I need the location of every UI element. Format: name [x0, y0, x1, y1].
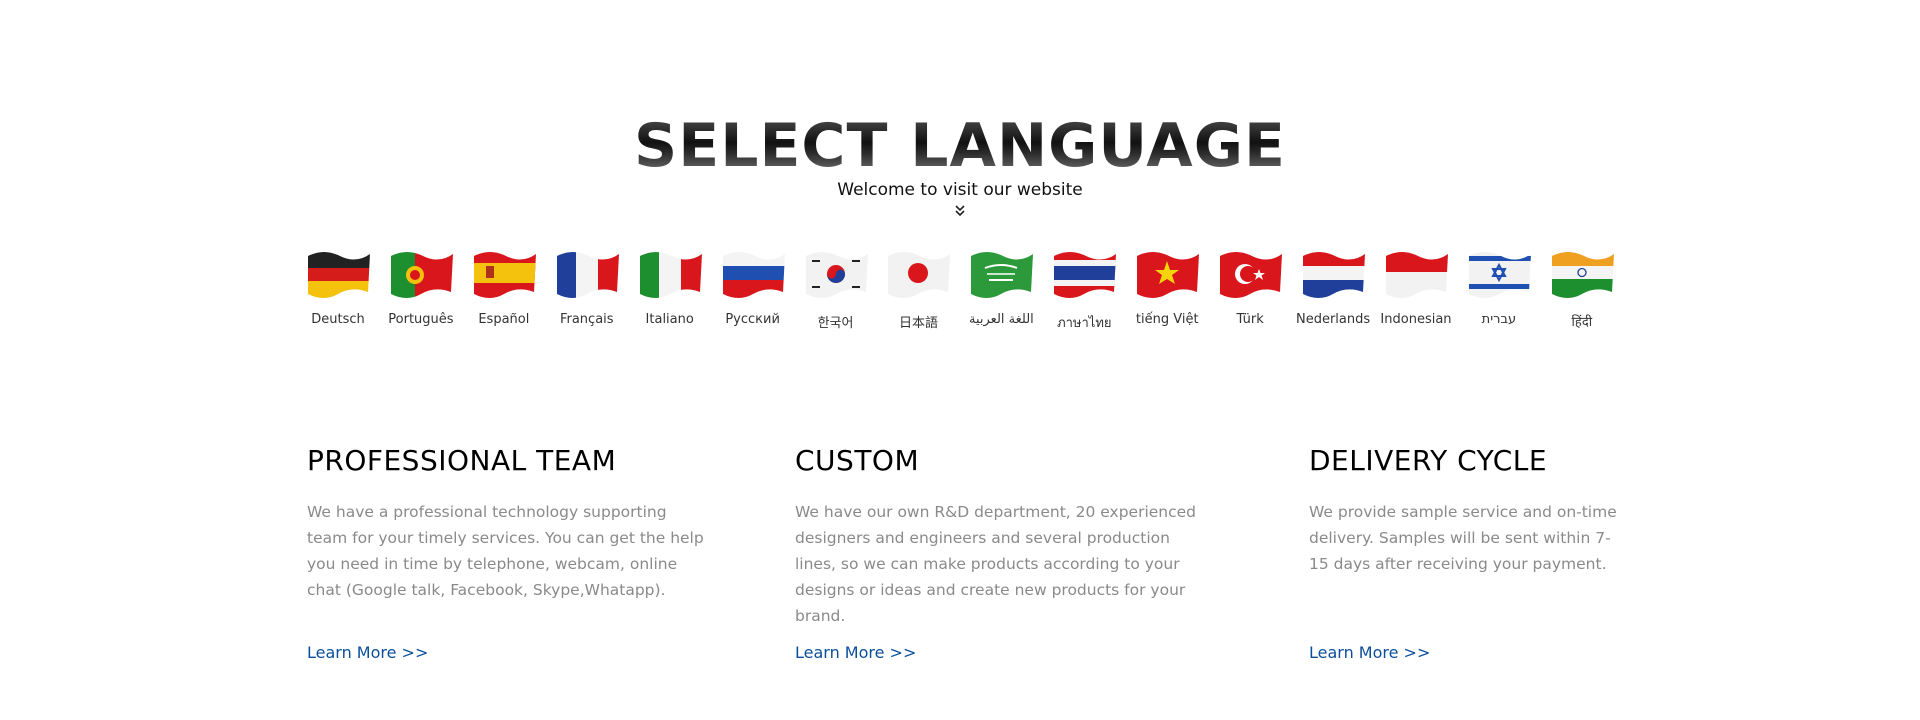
language-option-korean[interactable]: 한국어	[798, 246, 874, 336]
france-flag-icon	[556, 252, 619, 298]
language-option-turkish[interactable]: Türk	[1212, 246, 1288, 336]
indonesia-flag-icon	[1385, 252, 1448, 298]
feature-text: We provide sample service and on-time de…	[1309, 503, 1617, 573]
language-label: 한국어	[817, 316, 854, 331]
language-option-dutch[interactable]: Nederlands	[1295, 246, 1371, 336]
germany-flag-icon	[308, 252, 370, 298]
language-label: tiếng Việt	[1135, 312, 1199, 327]
feature-professional-team: PROFESSIONAL TEAM We have a professional…	[307, 444, 707, 662]
language-label: हिंदी	[1571, 315, 1593, 330]
feature-custom: CUSTOM We have our own R&D department, 2…	[795, 444, 1215, 662]
israel-flag-icon	[1468, 252, 1531, 298]
language-option-deutsch[interactable]: Deutsch	[300, 246, 376, 336]
korea-flag-icon	[805, 252, 868, 298]
russia-flag-icon	[722, 252, 785, 298]
language-label: Deutsch	[311, 312, 365, 327]
language-label: 日本語	[898, 316, 938, 331]
language-option-russian[interactable]: Русский	[715, 246, 791, 336]
portugal-flag-icon	[390, 252, 453, 298]
feature-text: We have our own R&D department, 20 exper…	[795, 503, 1197, 625]
language-label: Nederlands	[1295, 312, 1371, 327]
language-option-vietnamese[interactable]: tiếng Việt	[1129, 246, 1205, 336]
feature-title: PROFESSIONAL TEAM	[307, 444, 617, 477]
language-option-arabic[interactable]: اللغة العربية	[963, 246, 1039, 336]
learn-more-link[interactable]: Learn More >>	[795, 643, 916, 662]
feature-title: DELIVERY CYCLE	[1309, 444, 1548, 477]
vietnam-flag-icon	[1137, 252, 1200, 298]
japan-flag-icon	[888, 252, 951, 298]
language-label: Español	[478, 312, 530, 327]
language-option-indonesian[interactable]: Indonesian	[1378, 246, 1454, 336]
language-label: Français	[559, 312, 614, 327]
double-chevron-down-icon	[955, 205, 965, 217]
language-option-espanol[interactable]: Español	[466, 246, 542, 336]
language-label: Português	[388, 312, 454, 327]
language-option-hindi[interactable]: हिंदी	[1544, 246, 1620, 336]
language-option-japanese[interactable]: 日本語	[880, 246, 956, 336]
language-label: Русский	[725, 312, 780, 327]
language-option-italiano[interactable]: Italiano	[632, 246, 708, 336]
netherlands-flag-icon	[1303, 252, 1366, 298]
india-flag-icon	[1551, 252, 1614, 298]
thailand-flag-icon	[1054, 252, 1117, 298]
language-label: Türk	[1236, 312, 1264, 327]
language-label: اللغة العربية	[968, 312, 1034, 327]
language-label: עברית	[1481, 312, 1517, 327]
learn-more-link[interactable]: Learn More >>	[307, 643, 428, 662]
language-option-thai[interactable]: ภาษาไทย	[1046, 246, 1122, 336]
language-label: Indonesian	[1380, 312, 1452, 327]
language-option-francais[interactable]: Français	[549, 246, 625, 336]
italy-flag-icon	[639, 252, 702, 298]
feature-text: We have a professional technology suppor…	[307, 503, 704, 599]
feature-title: CUSTOM	[795, 444, 920, 477]
feature-delivery-cycle: DELIVERY CYCLE We provide sample service…	[1309, 444, 1629, 662]
language-option-hebrew[interactable]: עברית	[1461, 246, 1537, 336]
turkey-flag-icon	[1220, 252, 1283, 298]
language-label: Italiano	[645, 312, 694, 327]
language-label: ภาษาไทย	[1057, 316, 1112, 331]
learn-more-link[interactable]: Learn More >>	[1309, 643, 1430, 662]
saudi-arabia-flag-icon	[971, 252, 1034, 298]
page-subtitle: Welcome to visit our website	[837, 180, 1083, 200]
spain-flag-icon	[473, 252, 536, 298]
language-option-portugues[interactable]: Português	[383, 246, 459, 336]
page-title: SELECT LANGUAGE	[0, 110, 1920, 182]
language-list: Deutsch Português Español Français Itali…	[300, 246, 1620, 336]
